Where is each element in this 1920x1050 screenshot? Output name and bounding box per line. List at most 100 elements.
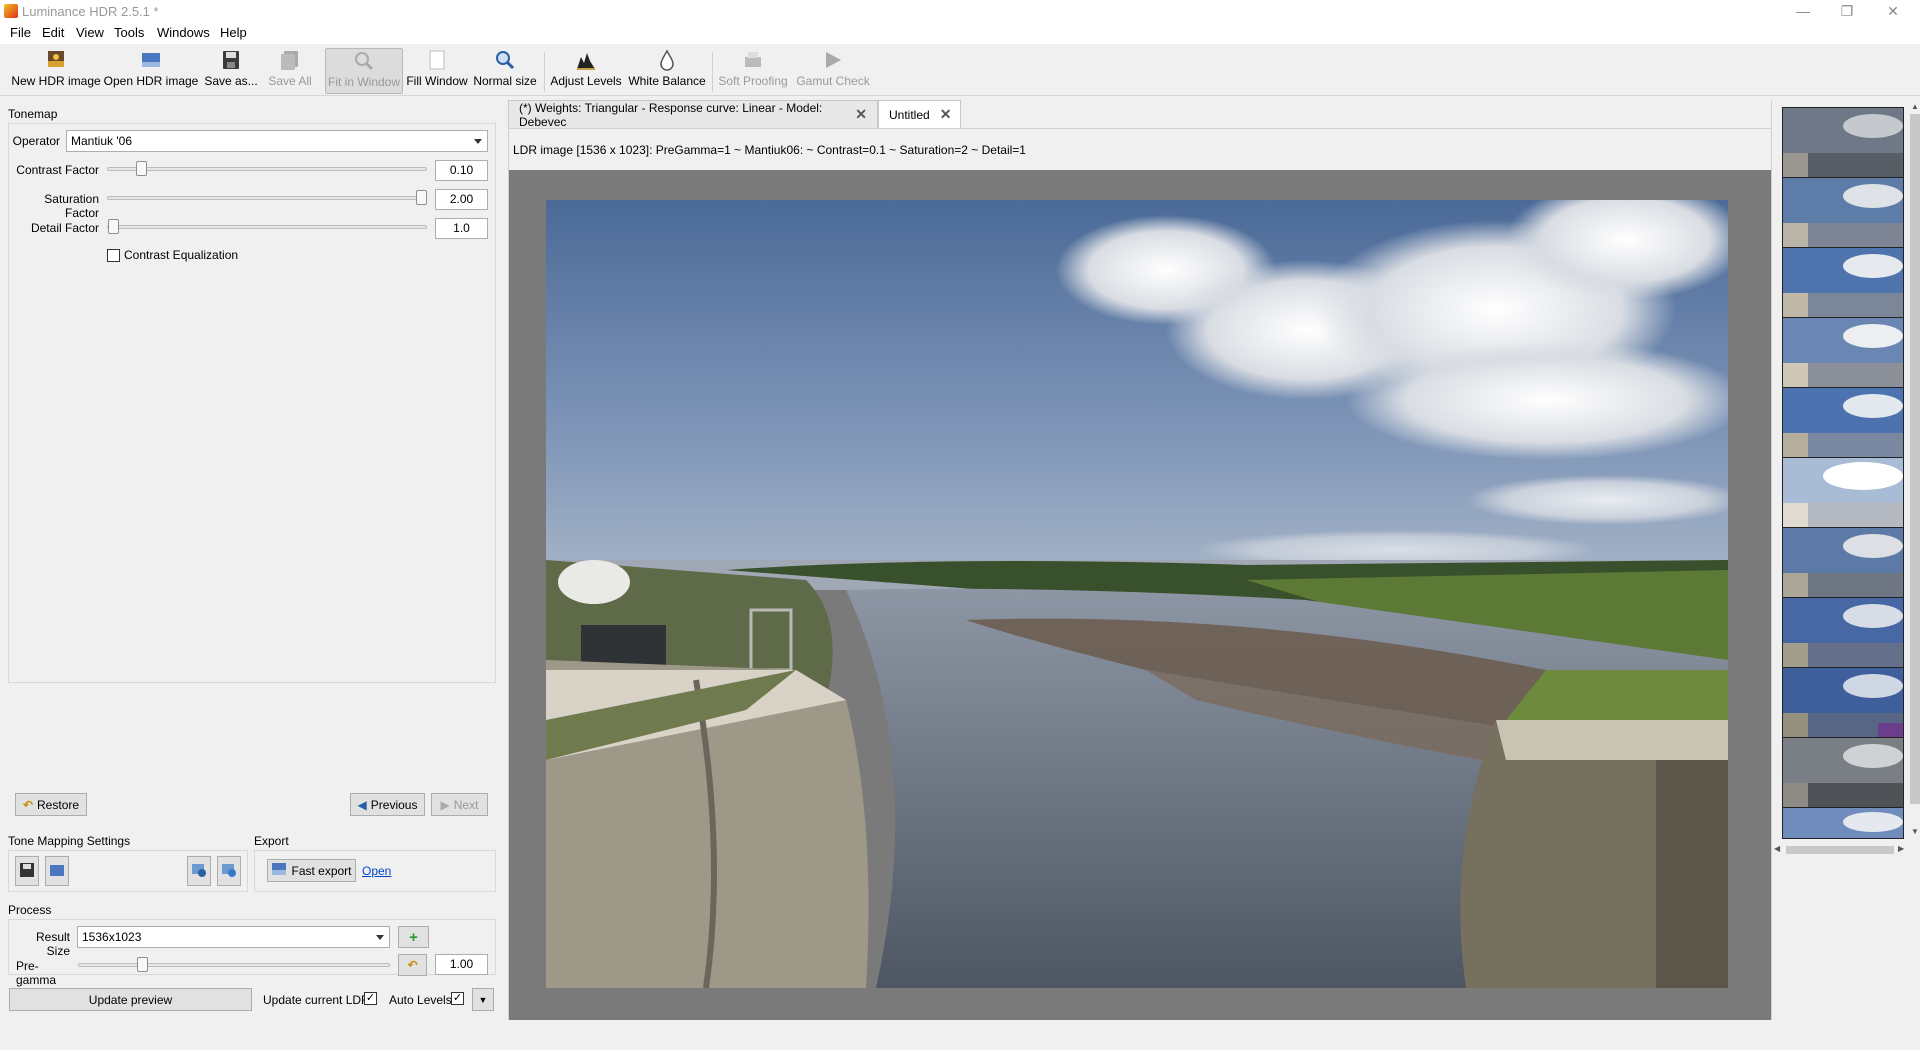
- export-settings-button[interactable]: [217, 856, 241, 886]
- preview-thumbnail[interactable]: [1782, 737, 1904, 817]
- contrast-slider-handle[interactable]: [136, 161, 147, 176]
- contrast-slider[interactable]: [107, 167, 427, 171]
- fill-window-label: Fill Window: [406, 74, 468, 88]
- save-as-button[interactable]: Save as...: [204, 48, 258, 94]
- fit-window-icon: [350, 49, 378, 73]
- fast-export-button[interactable]: Fast export: [267, 859, 356, 882]
- chevron-down-icon: [474, 139, 482, 144]
- gamut-check-icon: [819, 48, 847, 72]
- fill-window-icon: [423, 48, 451, 72]
- saturation-slider-handle[interactable]: [416, 190, 427, 205]
- toolbar: New HDR image Open HDR image Save as... …: [0, 44, 1920, 96]
- open-hdr-button[interactable]: Open HDR image: [104, 48, 198, 94]
- scrollbar-thumb[interactable]: [1910, 114, 1920, 804]
- undo-icon: ↶: [407, 958, 418, 972]
- preview-thumbnail[interactable]: [1782, 597, 1904, 677]
- scroll-right-icon[interactable]: ▶: [1898, 844, 1904, 853]
- toolbar-separator: [712, 52, 713, 92]
- soft-proofing-button[interactable]: Soft Proofing: [718, 48, 788, 94]
- restore-button[interactable]: ↶ Restore: [15, 793, 87, 816]
- preview-thumbnail[interactable]: [1782, 247, 1904, 327]
- contrast-equalization-checkbox[interactable]: [107, 249, 120, 262]
- pregamma-slider[interactable]: [78, 963, 390, 967]
- scroll-up-icon[interactable]: ▲: [1911, 102, 1919, 111]
- adjust-levels-button[interactable]: Adjust Levels: [550, 48, 622, 94]
- menu-tools[interactable]: Tools: [114, 25, 144, 40]
- hscrollbar-thumb[interactable]: [1786, 846, 1894, 854]
- result-size-select[interactable]: 1536x1023: [77, 926, 390, 948]
- preview-scrollbar[interactable]: ▲ ▼: [1909, 100, 1920, 1020]
- next-button[interactable]: ▶ Next: [431, 793, 488, 816]
- tab-untitled-label: Untitled: [889, 107, 930, 122]
- previous-button[interactable]: ◀ Previous: [350, 793, 425, 816]
- update-preview-label: Update preview: [88, 992, 173, 1007]
- preview-thumbnail[interactable]: [1782, 177, 1904, 257]
- preview-thumbnail[interactable]: [1782, 527, 1904, 607]
- saturation-factor-field[interactable]: 2.00: [435, 189, 488, 210]
- restore-icon[interactable]: ❐: [1826, 0, 1868, 22]
- update-options-button[interactable]: ▼: [472, 988, 494, 1011]
- save-all-button[interactable]: Save All: [266, 48, 314, 94]
- menu-help[interactable]: Help: [220, 25, 247, 40]
- pregamma-label: Pre-gamma: [16, 959, 57, 987]
- detail-slider[interactable]: [107, 225, 427, 229]
- image-viewer[interactable]: [509, 170, 1771, 1020]
- menu-file[interactable]: File: [10, 25, 31, 40]
- image-area: LDR image [1536 x 1023]: PreGamma=1 ~ Ma…: [508, 128, 1772, 1020]
- tab-untitled[interactable]: Untitled ✕: [878, 100, 961, 128]
- normal-size-label: Normal size: [473, 74, 537, 88]
- white-balance-button[interactable]: White Balance: [628, 48, 706, 94]
- reset-pregamma-button[interactable]: ↶: [398, 954, 427, 976]
- close-window-icon[interactable]: ✕: [1872, 0, 1914, 22]
- export-image-icon: [271, 862, 287, 879]
- add-size-button[interactable]: +: [398, 926, 429, 948]
- preview-thumbnail[interactable]: [1782, 387, 1904, 467]
- settings-export-icon: [221, 862, 237, 881]
- update-current-ldr-checkbox[interactable]: ✓: [364, 992, 377, 1005]
- operator-select[interactable]: Mantiuk '06: [66, 130, 488, 152]
- preview-hscrollbar[interactable]: ◀ ▶: [1772, 844, 1909, 856]
- open-link[interactable]: Open: [362, 864, 391, 878]
- normal-size-button[interactable]: Normal size: [473, 48, 537, 94]
- preview-thumbnail[interactable]: [1782, 667, 1904, 747]
- fill-window-button[interactable]: Fill Window: [406, 48, 468, 94]
- preview-thumbnail[interactable]: [1782, 457, 1904, 537]
- fit-in-window-button[interactable]: Fit in Window: [325, 48, 403, 94]
- preview-thumbnail[interactable]: [1782, 807, 1904, 839]
- auto-levels-checkbox[interactable]: ✓: [451, 992, 464, 1005]
- saturation-slider[interactable]: [107, 196, 427, 200]
- minimize-icon[interactable]: —: [1782, 0, 1824, 22]
- tab-hdr-weights[interactable]: (*) Weights: Triangular - Response curve…: [508, 100, 878, 129]
- chevron-down-icon: ▼: [478, 994, 488, 1005]
- load-settings-button[interactable]: [45, 856, 69, 886]
- contrast-factor-field[interactable]: 0.10: [435, 160, 488, 181]
- menu-edit[interactable]: Edit: [42, 25, 64, 40]
- pregamma-slider-handle[interactable]: [137, 957, 148, 972]
- window-title: Luminance HDR 2.5.1 *: [22, 4, 159, 19]
- soft-proofing-icon: [739, 48, 767, 72]
- detail-slider-handle[interactable]: [108, 219, 119, 234]
- detail-factor-field[interactable]: 1.0: [435, 218, 488, 239]
- preview-thumbnail[interactable]: [1782, 107, 1904, 187]
- scroll-down-icon[interactable]: ▼: [1911, 827, 1919, 836]
- new-hdr-button[interactable]: New HDR image: [11, 48, 101, 94]
- export-label: Export: [254, 834, 289, 848]
- apply-settings-button[interactable]: [187, 856, 211, 886]
- white-balance-label: White Balance: [628, 74, 706, 88]
- update-current-ldr-label: Update current LDR: [263, 993, 370, 1007]
- tonemapped-image[interactable]: [546, 200, 1728, 988]
- menu-windows[interactable]: Windows: [157, 25, 210, 40]
- tone-mapping-settings-label: Tone Mapping Settings: [8, 834, 131, 848]
- gamut-check-button[interactable]: Gamut Check: [796, 48, 870, 94]
- preview-thumbnail[interactable]: [1782, 317, 1904, 397]
- tab-bar: (*) Weights: Triangular - Response curve…: [508, 98, 1772, 129]
- save-settings-button[interactable]: [15, 856, 39, 886]
- pregamma-field[interactable]: 1.00: [435, 954, 488, 975]
- menu-view[interactable]: View: [76, 25, 104, 40]
- scroll-left-icon[interactable]: ◀: [1774, 844, 1780, 853]
- auto-levels-label: Auto Levels: [389, 993, 452, 1007]
- tonemap-group-label: Tonemap: [8, 107, 58, 121]
- close-icon[interactable]: ✕: [855, 106, 867, 123]
- close-icon[interactable]: ✕: [940, 106, 952, 123]
- update-preview-button[interactable]: Update preview: [9, 988, 252, 1011]
